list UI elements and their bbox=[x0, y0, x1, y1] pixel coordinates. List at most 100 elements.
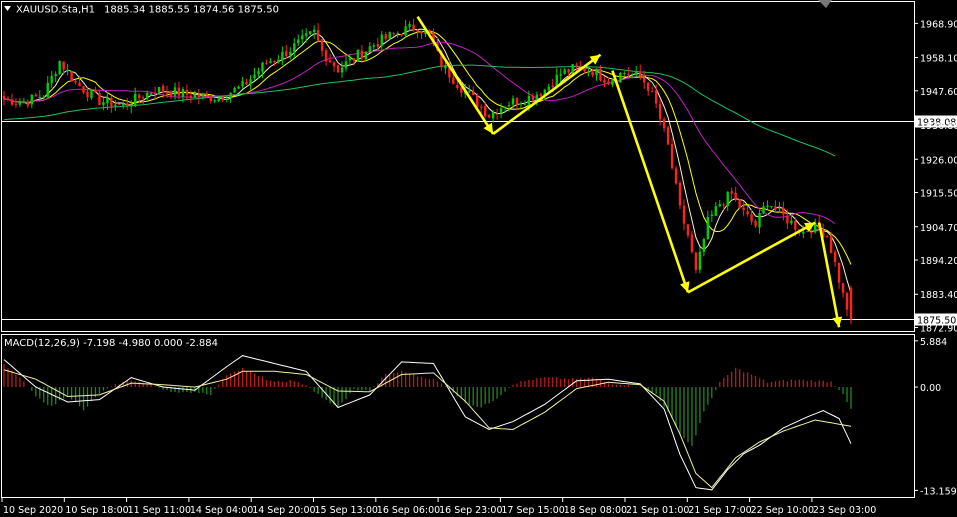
candle-body bbox=[472, 91, 475, 96]
candle-body bbox=[599, 68, 602, 81]
candle-body bbox=[344, 61, 348, 69]
candle-body bbox=[384, 34, 387, 39]
candle-body bbox=[320, 39, 324, 51]
candle-body bbox=[607, 81, 610, 84]
candle-body bbox=[686, 224, 690, 236]
candle-body bbox=[46, 82, 49, 97]
candle-body bbox=[237, 86, 240, 89]
candle-body bbox=[86, 91, 89, 98]
candle-body bbox=[491, 112, 495, 119]
candle-body bbox=[368, 46, 372, 52]
candle-body bbox=[833, 252, 837, 263]
candle-body bbox=[352, 58, 356, 61]
candle-body bbox=[511, 98, 515, 105]
symbol-label: XAUUSD.Sta,H1 bbox=[16, 5, 95, 16]
candle-body bbox=[527, 96, 531, 105]
candle-body bbox=[94, 90, 97, 93]
time-tick-label: 16 Sep 23:00 bbox=[439, 505, 502, 516]
candle-body bbox=[249, 79, 252, 84]
candle-body bbox=[18, 102, 22, 105]
candle-body bbox=[519, 103, 523, 105]
candle-body bbox=[507, 105, 511, 107]
candle-body bbox=[639, 71, 642, 77]
price-tick-label: 1915.50 bbox=[920, 189, 957, 200]
price-tick-label: 1926.00 bbox=[920, 155, 957, 166]
candle-body bbox=[742, 207, 745, 211]
candle-body bbox=[185, 89, 189, 95]
candle-body bbox=[670, 144, 674, 169]
candle-body bbox=[762, 206, 765, 214]
candle-body bbox=[786, 215, 789, 224]
candle-body bbox=[285, 51, 288, 57]
candle-body bbox=[169, 91, 173, 97]
candle-body bbox=[547, 86, 550, 91]
candle-body bbox=[587, 71, 590, 73]
candle-body bbox=[305, 33, 308, 36]
price-tick-label: 1904.70 bbox=[920, 223, 957, 234]
candle-body bbox=[829, 235, 833, 254]
candle-body bbox=[50, 75, 53, 84]
time-tick-label: 14 Sep 20:00 bbox=[252, 505, 315, 516]
candle-body bbox=[404, 26, 407, 36]
candle-body bbox=[78, 82, 81, 87]
candle-body bbox=[666, 127, 670, 145]
candle-body bbox=[694, 252, 698, 271]
time-tick-label: 21 Sep 01:00 bbox=[626, 505, 689, 516]
macd-tick-label: 0.00 bbox=[920, 383, 941, 394]
candle-body bbox=[567, 68, 570, 73]
candle-body bbox=[122, 103, 125, 106]
price-tick-label: 1958.10 bbox=[920, 54, 957, 65]
candle-body bbox=[674, 168, 678, 184]
candle-body bbox=[26, 102, 30, 106]
candle-body bbox=[388, 32, 391, 39]
candle-body bbox=[265, 63, 268, 65]
price-tick-label: 1936.80 bbox=[920, 121, 957, 132]
candle-body bbox=[643, 77, 646, 83]
candle-body bbox=[106, 97, 109, 104]
candle-body bbox=[476, 95, 479, 108]
macd-tick-label: 5.884 bbox=[920, 337, 947, 348]
candle-body bbox=[591, 71, 594, 76]
candle-body bbox=[714, 206, 717, 216]
candle-body bbox=[209, 95, 212, 102]
candle-body bbox=[233, 88, 236, 93]
candle-body bbox=[205, 94, 209, 96]
candle-body bbox=[269, 61, 272, 64]
candle-body bbox=[579, 65, 582, 67]
price-tick-label: 1894.20 bbox=[920, 256, 957, 267]
candle-body bbox=[571, 64, 574, 74]
candle-body bbox=[766, 205, 769, 207]
candle-body bbox=[722, 204, 725, 206]
candle-body bbox=[324, 50, 328, 62]
candle-body bbox=[396, 33, 399, 35]
candle-body bbox=[328, 60, 332, 63]
candle-body bbox=[802, 231, 805, 234]
candle-body bbox=[2, 95, 6, 100]
candle-body bbox=[774, 206, 777, 210]
candle-body bbox=[30, 94, 34, 105]
candle-body bbox=[631, 74, 634, 76]
candle-body bbox=[623, 72, 626, 74]
candle-body bbox=[682, 205, 686, 224]
candle-body bbox=[563, 69, 566, 74]
candle-body bbox=[646, 82, 650, 91]
candle-body bbox=[778, 207, 781, 209]
time-tick-label: 16 Sep 06:00 bbox=[377, 505, 440, 516]
trading-chart[interactable]: XAUUSD.Sta,H1 1885.34 1885.55 1874.56 18… bbox=[0, 0, 957, 517]
candle-body bbox=[810, 232, 813, 234]
candle-body bbox=[746, 211, 749, 215]
candle-body bbox=[153, 93, 157, 95]
candle-body bbox=[213, 100, 216, 102]
candle-body bbox=[66, 70, 69, 72]
candle-body bbox=[452, 77, 455, 84]
candle-body bbox=[54, 74, 57, 77]
candle-body bbox=[102, 102, 105, 106]
candle-body bbox=[10, 99, 14, 105]
candle-body bbox=[332, 62, 336, 67]
price-tick-label: 1968.90 bbox=[920, 19, 957, 30]
candle-body bbox=[70, 71, 73, 82]
candle-body bbox=[217, 98, 220, 102]
candle-body bbox=[114, 104, 117, 106]
candle-body bbox=[360, 50, 364, 59]
candle-body bbox=[201, 93, 205, 97]
